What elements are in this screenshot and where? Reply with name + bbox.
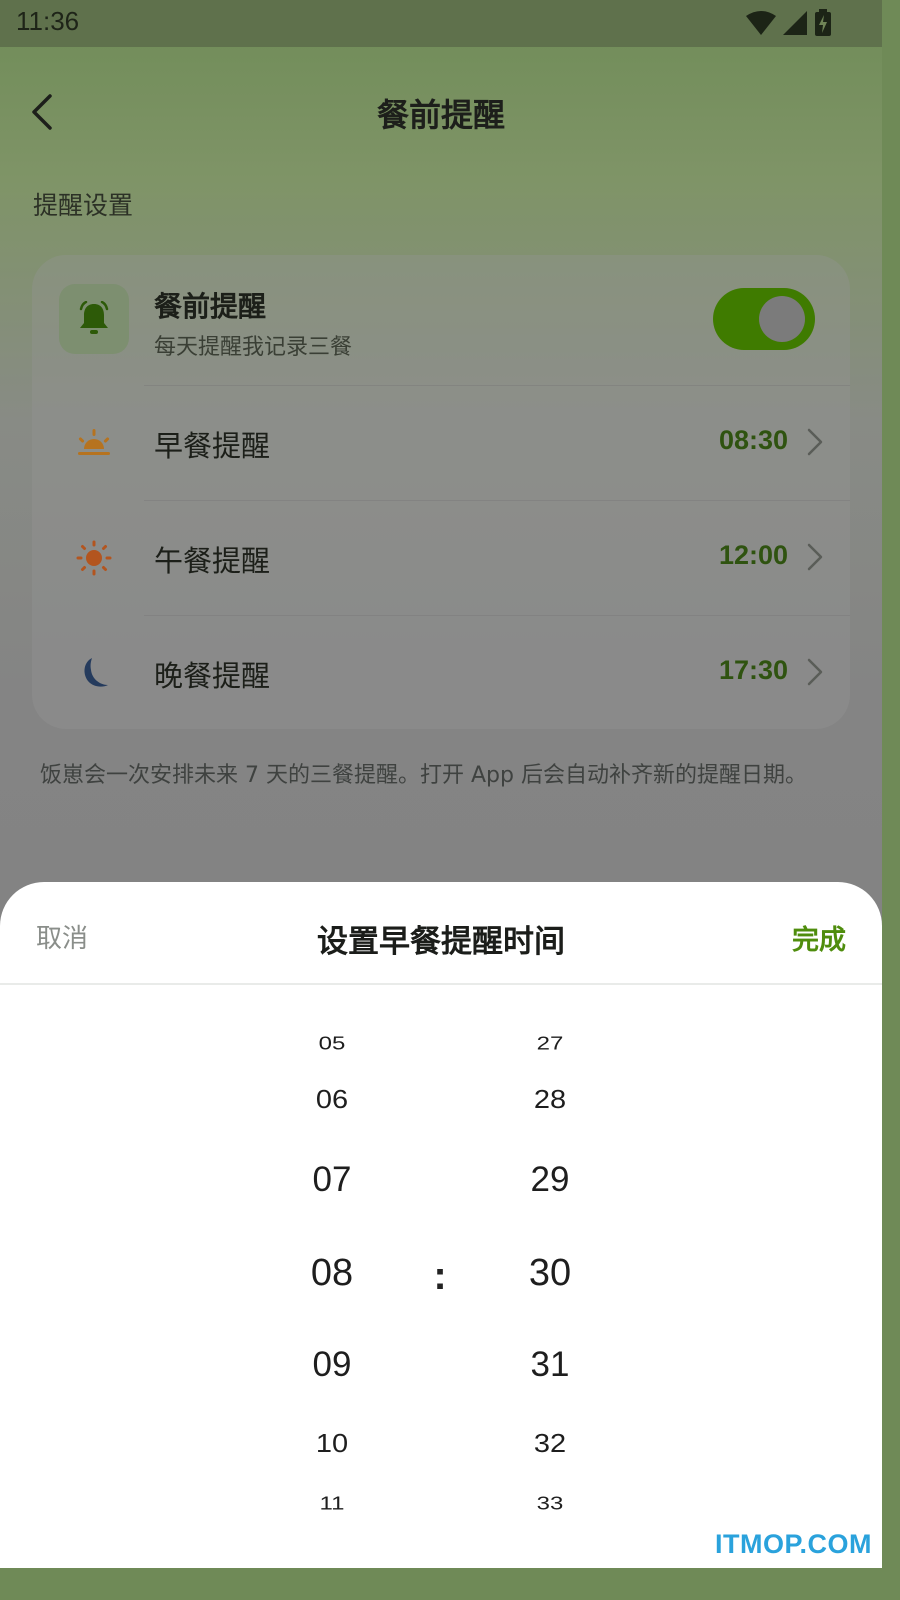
minute-wheel[interactable]: 27 28 29 30 31 32 33 bbox=[480, 882, 620, 1568]
moon-icon bbox=[84, 658, 108, 687]
dinner-time: 17:30 bbox=[718, 655, 788, 685]
breakfast-label: 早餐提醒 bbox=[154, 429, 271, 463]
minute-option[interactable]: 29 bbox=[480, 1160, 620, 1200]
bell-icon bbox=[79, 301, 109, 334]
chevron-right-icon bbox=[807, 658, 823, 686]
time-picker-sheet: 取消 设置早餐提醒时间 完成 05 06 07 08 09 10 11 : 27 28 29 30… bbox=[0, 882, 882, 1568]
signal-icon bbox=[782, 10, 808, 36]
status-icons bbox=[746, 9, 832, 37]
breakfast-reminder-row[interactable]: 早餐提醒 08:30 bbox=[32, 385, 850, 500]
chevron-right-icon bbox=[807, 428, 823, 456]
time-separator: : bbox=[433, 1254, 447, 1298]
lunch-time: 12:00 bbox=[718, 540, 788, 570]
bell-icon-box bbox=[59, 284, 129, 354]
battery-charging-icon bbox=[814, 9, 832, 37]
minute-option[interactable]: 33 bbox=[480, 1494, 620, 1515]
minute-option[interactable]: 31 bbox=[480, 1345, 620, 1385]
dinner-label: 晚餐提醒 bbox=[154, 659, 271, 693]
dinner-reminder-row[interactable]: 晚餐提醒 17:30 bbox=[32, 615, 850, 730]
hour-option[interactable]: 08 bbox=[262, 1252, 402, 1295]
main-reminder-subtitle: 每天提醒我记录三餐 bbox=[154, 335, 353, 360]
done-button[interactable]: 完成 bbox=[792, 918, 846, 957]
sheet-divider bbox=[0, 983, 882, 985]
status-time: 11:36 bbox=[16, 6, 80, 36]
status-bar: 11:36 bbox=[0, 0, 882, 47]
lunch-label: 午餐提醒 bbox=[154, 544, 271, 578]
hour-option[interactable]: 05 bbox=[262, 1034, 402, 1055]
footnote-text: 饭崽会一次安排未来 7 天的三餐提醒。打开 App 后会自动补齐新的提醒日期。 bbox=[40, 763, 807, 788]
minute-option[interactable]: 28 bbox=[480, 1086, 620, 1116]
main-reminder-row: 餐前提醒 每天提醒我记录三餐 bbox=[32, 255, 850, 385]
breakfast-time: 08:30 bbox=[718, 425, 788, 455]
toggle-knob bbox=[759, 296, 805, 342]
hour-option[interactable]: 10 bbox=[262, 1430, 402, 1460]
sunrise-icon bbox=[78, 429, 110, 455]
watermark: ITMOP.COM bbox=[714, 1529, 872, 1559]
reminder-toggle[interactable] bbox=[713, 288, 815, 350]
page-title: 餐前提醒 bbox=[376, 96, 505, 134]
reminder-settings-card: 餐前提醒 每天提醒我记录三餐 早餐提醒 08:30 午餐提醒 12:00 晚餐提… bbox=[32, 255, 850, 729]
main-reminder-title: 餐前提醒 bbox=[154, 290, 267, 323]
chevron-right-icon bbox=[807, 543, 823, 571]
hour-option[interactable]: 11 bbox=[262, 1494, 402, 1515]
hour-option[interactable]: 07 bbox=[262, 1160, 402, 1200]
minute-option[interactable]: 27 bbox=[480, 1034, 620, 1055]
minute-option[interactable]: 30 bbox=[480, 1252, 620, 1295]
lunch-reminder-row[interactable]: 午餐提醒 12:00 bbox=[32, 500, 850, 615]
section-label: 提醒设置 bbox=[33, 191, 134, 220]
minute-option[interactable]: 32 bbox=[480, 1430, 620, 1460]
sun-icon bbox=[76, 540, 112, 576]
hour-option[interactable]: 06 bbox=[262, 1086, 402, 1116]
hour-option[interactable]: 09 bbox=[262, 1345, 402, 1385]
sheet-title: 设置早餐提醒时间 bbox=[317, 924, 565, 960]
hour-wheel[interactable]: 05 06 07 08 09 10 11 bbox=[262, 882, 402, 1568]
wifi-icon bbox=[746, 10, 776, 36]
